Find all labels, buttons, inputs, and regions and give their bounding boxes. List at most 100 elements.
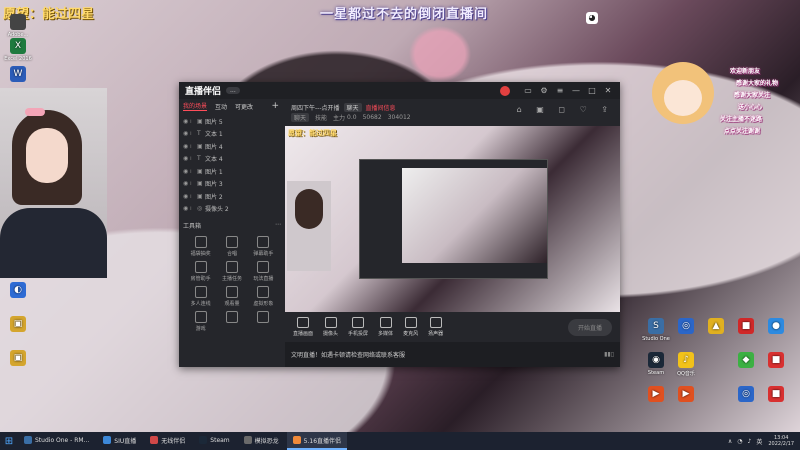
- desktop-icon[interactable]: ■: [762, 386, 790, 404]
- lock-icon[interactable]: ı: [190, 205, 197, 212]
- tool-chorus[interactable]: 合唱: [216, 236, 247, 257]
- mascot-image: [652, 62, 714, 124]
- desktop-icon-studio-one[interactable]: S Studio One: [642, 318, 670, 342]
- taskbar-item-active[interactable]: 5.16直播伴侣: [286, 432, 348, 450]
- room-action-icons[interactable]: ⌂ ▣ ◻ ♡ ⇪: [517, 105, 614, 114]
- taskbar-item[interactable]: 模拟恐龙: [238, 432, 285, 450]
- lock-icon[interactable]: ı: [190, 180, 197, 187]
- eye-icon[interactable]: ◉: [183, 118, 190, 125]
- desktop-icon-adobe[interactable]: Adobe...: [4, 14, 32, 38]
- tool-viewers[interactable]: 观看量: [216, 286, 247, 307]
- desktop-icon[interactable]: ■: [732, 318, 760, 336]
- maximize-icon[interactable]: □: [586, 86, 598, 96]
- speaker-button[interactable]: 扬声器: [428, 317, 443, 337]
- close-icon[interactable]: ✕: [602, 86, 614, 96]
- desktop-icon-word[interactable]: W: [4, 66, 32, 84]
- tab-editable[interactable]: 可更改: [235, 102, 253, 111]
- taskbar-item[interactable]: 无线伴侣: [144, 432, 191, 450]
- desktop-icon-steam[interactable]: ◉ Steam: [642, 352, 670, 376]
- eye-icon[interactable]: ◉: [183, 168, 190, 175]
- taskbar-item[interactable]: SIU直播: [97, 432, 142, 450]
- media-button[interactable]: 多媒体: [378, 317, 393, 337]
- taskbar-item[interactable]: Steam: [193, 432, 235, 450]
- layer-item[interactable]: ◉ ı ▣ 图片 5: [183, 115, 281, 128]
- add-source-icon[interactable]: +: [271, 101, 279, 111]
- tool-avatar[interactable]: 虚拟形象: [248, 286, 279, 307]
- lock-icon[interactable]: ı: [190, 193, 197, 200]
- eye-icon[interactable]: ◉: [183, 180, 190, 187]
- layer-item[interactable]: ◉ ı ▣ 图片 4: [183, 140, 281, 153]
- image-icon: ▣: [197, 142, 203, 150]
- eye-icon[interactable]: ◉: [183, 193, 190, 200]
- volume-icon[interactable]: ♪: [748, 438, 752, 445]
- input-method-icon[interactable]: 英: [756, 437, 762, 446]
- lock-icon[interactable]: ı: [190, 155, 197, 162]
- network-icon[interactable]: ◔: [737, 438, 742, 445]
- desktop-icon-app3[interactable]: ▣: [4, 350, 32, 368]
- layer-item[interactable]: ◉ ı T 文本 4: [183, 153, 281, 166]
- taskbar-item[interactable]: Studio One - RM...: [18, 432, 95, 450]
- user-avatar[interactable]: [500, 85, 510, 96]
- tool-extra[interactable]: [248, 311, 279, 332]
- layer-item[interactable]: ◉ ı ◎ 摄像头 2: [183, 203, 281, 216]
- mic-button[interactable]: 麦克风: [403, 317, 418, 337]
- desktop-icon[interactable]: ■: [762, 352, 790, 370]
- tool-lucky-bag[interactable]: 福袋抽奖: [185, 236, 216, 257]
- minimize-icon[interactable]: —: [570, 86, 582, 96]
- tool-tasks[interactable]: 主播任务: [216, 261, 247, 282]
- phone-cast-button[interactable]: 手机投屏: [348, 317, 368, 337]
- window-titlebar[interactable]: 直播伴侣 ... ▭ ⚙ ≡ — □ ✕: [179, 82, 620, 99]
- desktop-icon[interactable]: ◆: [732, 352, 760, 370]
- lock-icon[interactable]: ı: [190, 143, 197, 150]
- more-icon[interactable]: ⋯: [275, 221, 281, 230]
- live-companion-window[interactable]: 直播伴侣 ... ▭ ⚙ ≡ — □ ✕ 我的场景 互动 可更改 + ◉ ı ▣ 图片…: [179, 82, 620, 367]
- desktop-icon-app2[interactable]: ▣: [4, 316, 32, 334]
- camera-button[interactable]: 摄像头: [323, 317, 338, 337]
- lock-icon[interactable]: ı: [190, 168, 197, 175]
- layer-item[interactable]: ◉ ı ▣ 图片 3: [183, 178, 281, 191]
- eye-icon[interactable]: ◉: [183, 143, 190, 150]
- live-screen-button[interactable]: 直播画面: [293, 317, 313, 337]
- tab-interact[interactable]: 互动: [215, 102, 227, 111]
- lock-icon[interactable]: ı: [190, 118, 197, 125]
- layer-item[interactable]: ◉ ı ▣ 图片 1: [183, 165, 281, 178]
- start-live-button[interactable]: 开始直播: [567, 318, 612, 336]
- tool-extra[interactable]: [216, 311, 247, 332]
- app-icon: [103, 436, 112, 444]
- room-info-link[interactable]: 直播间信息: [366, 103, 396, 112]
- tool-multi-connect[interactable]: 多人连线: [185, 286, 216, 307]
- menu-icon[interactable]: ≡: [554, 86, 566, 96]
- tool-gameplay[interactable]: 玩法直播: [248, 261, 279, 282]
- tool-room-admin[interactable]: 房管助手: [185, 261, 216, 282]
- layer-item[interactable]: ◉ ı ▣ 图片 2: [183, 190, 281, 203]
- desktop-icon[interactable]: ◎: [732, 386, 760, 404]
- category-tag[interactable]: 聊天: [343, 102, 362, 112]
- desktop-icon[interactable]: ◎: [672, 318, 700, 336]
- eye-icon[interactable]: ◉: [183, 205, 190, 212]
- live-preview[interactable]: 愿望：能过四星: [285, 126, 620, 312]
- version-badge[interactable]: ...: [226, 87, 240, 94]
- desktop-icon-excel[interactable]: X Excel 2016: [4, 38, 32, 62]
- stream-title[interactable]: 周四下午---点开播: [291, 103, 340, 112]
- excel-icon: X: [10, 38, 26, 54]
- desktop-icon[interactable]: ▲: [702, 318, 730, 336]
- shield-icon: [194, 261, 207, 273]
- layer-item[interactable]: ◉ ı T 文本 1: [183, 128, 281, 141]
- desktop-icon-qq-music[interactable]: ♪ QQ音乐: [672, 352, 700, 377]
- tab-my-scene[interactable]: 我的场景: [183, 101, 208, 111]
- tray-expand-icon[interactable]: ∧: [728, 438, 732, 445]
- desktop-icon-app1[interactable]: ◐: [4, 282, 32, 300]
- tool-danmaku[interactable]: 弹幕助手: [248, 236, 279, 257]
- tool-game[interactable]: 游戏: [185, 311, 216, 332]
- desktop-icon[interactable]: ●: [762, 318, 790, 336]
- desktop-icon[interactable]: ▶: [672, 386, 700, 404]
- message-icon[interactable]: ▭: [522, 86, 534, 96]
- settings-icon[interactable]: ⚙: [538, 86, 550, 96]
- lock-icon[interactable]: ı: [190, 130, 197, 137]
- desktop-icon[interactable]: ▶: [642, 386, 670, 404]
- eye-icon[interactable]: ◉: [183, 155, 190, 162]
- windows-start-icon[interactable]: ⊞: [0, 436, 18, 447]
- eye-icon[interactable]: ◉: [183, 130, 190, 137]
- app-icon: ▶: [648, 386, 664, 402]
- system-clock[interactable]: 13:04 2022/2/17: [768, 435, 794, 447]
